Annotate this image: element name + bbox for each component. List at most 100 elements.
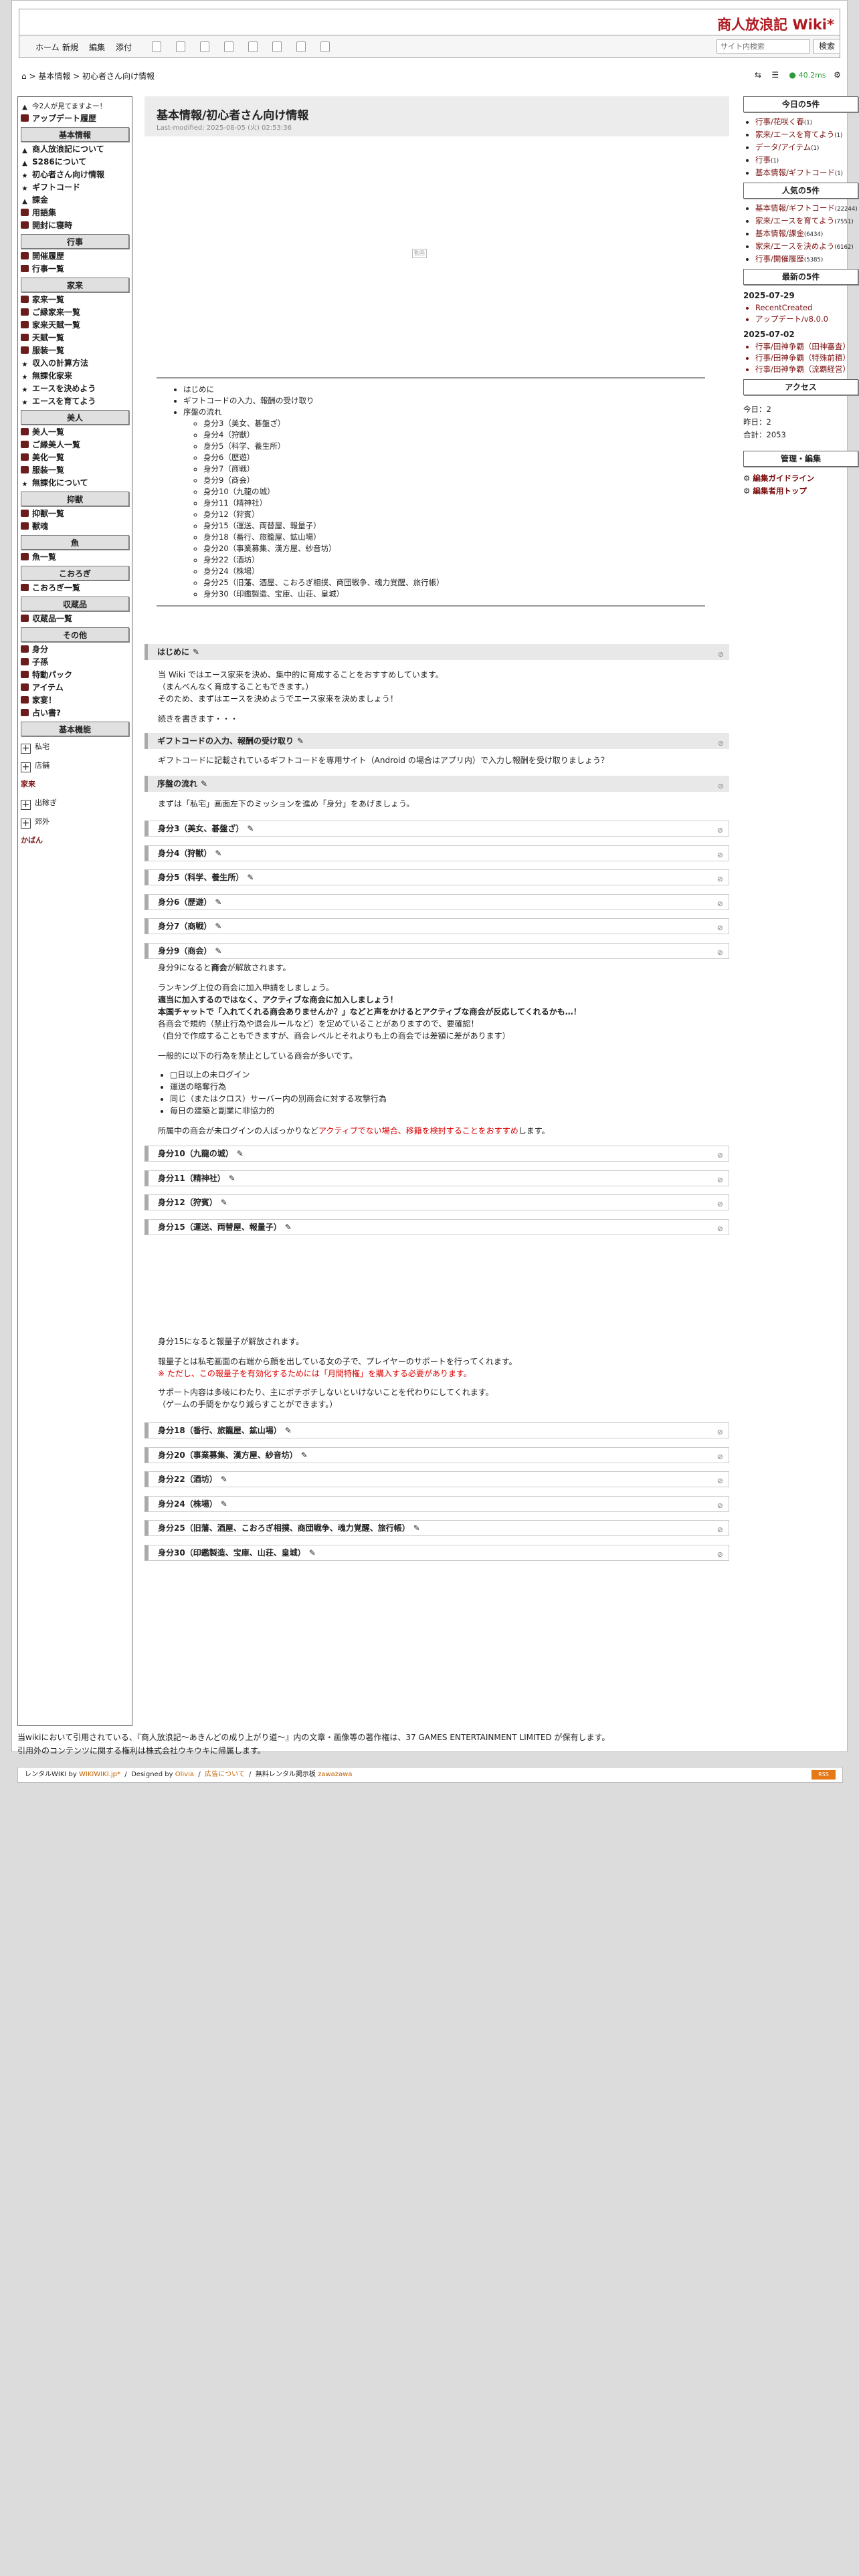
ranking-link[interactable]: 行事/花咲く春 bbox=[755, 117, 804, 126]
manage-link[interactable]: ⚙ 編集ガイドライン bbox=[743, 472, 858, 485]
sidebar-item[interactable]: 特動パック bbox=[21, 669, 129, 681]
manage-link[interactable]: ⚙ 編集者用トップ bbox=[743, 485, 858, 498]
list-icon[interactable] bbox=[248, 41, 258, 52]
home-link[interactable]: ホーム bbox=[35, 41, 60, 53]
edit-pencil-icon[interactable]: ✎ bbox=[221, 1499, 227, 1509]
edit-pencil-icon[interactable]: ✎ bbox=[215, 849, 221, 858]
ranking-item[interactable]: 家来/エースを育てよう(1) bbox=[755, 129, 858, 142]
anchor-icon[interactable]: ⊘ bbox=[717, 823, 723, 838]
wikiwiki-link[interactable]: WIKIWIKI.jp* bbox=[79, 1771, 120, 1778]
sidebar-item[interactable]: ★ 無課化について bbox=[21, 477, 129, 490]
expand-plus-icon[interactable]: + bbox=[21, 819, 31, 829]
sidebar-item[interactable]: ▲ 課金 bbox=[21, 194, 129, 207]
ranking-item[interactable]: 行事/花咲く春(1) bbox=[755, 116, 858, 129]
toc-item[interactable]: 身分12（狩賓） bbox=[203, 509, 705, 520]
sidebar-item[interactable]: 獣魂 bbox=[21, 520, 129, 533]
toc-item[interactable]: 身分18（番行、旅籠屋、鉱山場） bbox=[203, 532, 705, 543]
anchor-icon[interactable]: ⊘ bbox=[717, 1450, 723, 1465]
toc-item[interactable]: 身分15（運送、両替屋、報量子） bbox=[203, 520, 705, 532]
edit-pencil-icon[interactable]: ✎ bbox=[237, 1149, 244, 1158]
toc-item[interactable]: 身分3（美女、碁盤ざ） bbox=[203, 418, 705, 429]
ranking-link[interactable]: 家来/エースを育てよう bbox=[755, 216, 834, 225]
anchor-icon[interactable]: ⊘ bbox=[718, 778, 724, 794]
zawazawa-link[interactable]: zawazawa bbox=[318, 1771, 352, 1778]
edit-pencil-icon[interactable]: ✎ bbox=[309, 1548, 316, 1558]
anchor-icon[interactable]: ⊘ bbox=[717, 897, 723, 911]
sidebar-expand-item[interactable]: かばん bbox=[21, 831, 129, 850]
ranking-link[interactable]: 基本情報/ギフトコード bbox=[755, 203, 835, 213]
toc-item[interactable]: 身分20（事業募集、漢方屋、紗音坊） bbox=[203, 543, 705, 554]
history-icon[interactable]: ☰ bbox=[771, 70, 779, 80]
attach-link[interactable]: 添付 bbox=[116, 41, 132, 53]
sidebar-item[interactable]: ★ 無課化家来 bbox=[21, 370, 129, 383]
toc-link[interactable]: 序盤の流れ bbox=[183, 407, 222, 417]
anchor-icon[interactable]: ⊘ bbox=[717, 1148, 723, 1163]
toc-item[interactable]: 身分5（科学、養生所） bbox=[203, 441, 705, 452]
sidebar-expand-item[interactable]: + 郊外 bbox=[21, 813, 129, 831]
expand-plus-icon[interactable]: + bbox=[21, 800, 31, 810]
ranking-link[interactable]: 家来/エースを育てよう bbox=[755, 130, 834, 139]
sidebar-item[interactable]: アイテム bbox=[21, 681, 129, 694]
edit-pencil-icon[interactable]: ✎ bbox=[247, 873, 254, 882]
anchor-icon[interactable]: ⊘ bbox=[718, 736, 724, 752]
ranking-link[interactable]: 基本情報/ギフトコード bbox=[755, 168, 835, 177]
toc-item[interactable]: 身分10（九龍の城） bbox=[203, 486, 705, 498]
sidebar-item[interactable]: ご縁美人一覧 bbox=[21, 439, 129, 451]
edit-pencil-icon[interactable]: ✎ bbox=[201, 779, 207, 788]
toc-link[interactable]: はじめに bbox=[183, 385, 214, 394]
latest-item[interactable]: 行事/田神争覇（特殊前積） bbox=[755, 352, 858, 364]
sidebar-item[interactable]: 抑獣一覧 bbox=[21, 508, 129, 520]
toc-item[interactable]: 身分22（酒坊） bbox=[203, 554, 705, 566]
sidebar-item[interactable]: 用語集 bbox=[21, 207, 129, 219]
help-icon[interactable] bbox=[320, 41, 330, 52]
toc-item[interactable]: はじめに bbox=[183, 384, 705, 395]
edit-pencil-icon[interactable]: ✎ bbox=[301, 1451, 308, 1460]
manage-link-label[interactable]: 編集ガイドライン bbox=[753, 473, 814, 483]
anchor-icon[interactable]: ⊘ bbox=[717, 1173, 723, 1188]
search-input[interactable] bbox=[717, 39, 810, 53]
latest-item[interactable]: アップデート/v8.0.0 bbox=[755, 314, 858, 325]
toc-item[interactable]: ギフトコードの入力、報酬の受け取り bbox=[183, 395, 705, 407]
search-page-icon[interactable] bbox=[272, 41, 282, 52]
sidebar-item[interactable]: 開封に寝時 bbox=[21, 219, 129, 232]
expand-plus-icon[interactable]: + bbox=[21, 762, 31, 772]
sidebar-item[interactable]: ★ 収入の計算方法 bbox=[21, 357, 129, 370]
toc-item[interactable]: 身分6（歴遊） bbox=[203, 452, 705, 463]
sidebar-item[interactable]: ★ 初心者さん向け情報 bbox=[21, 169, 129, 181]
home-icon[interactable]: ⌂ bbox=[21, 72, 27, 81]
sidebar-item[interactable]: 美化一覧 bbox=[21, 451, 129, 464]
sidebar-item[interactable]: 魚一覧 bbox=[21, 551, 129, 564]
sidebar-item[interactable]: 身分 bbox=[21, 643, 129, 656]
sidebar-item[interactable]: ▲ S286について bbox=[21, 156, 129, 169]
toc-item[interactable]: 身分11（精神社） bbox=[203, 498, 705, 509]
ranking-link[interactable]: 行事 bbox=[755, 155, 771, 165]
ranking-item[interactable]: 行事/開催履歴(5385) bbox=[755, 253, 858, 266]
sidebar-item[interactable]: 子孫 bbox=[21, 656, 129, 669]
edit-pencil-icon[interactable]: ✎ bbox=[193, 647, 199, 657]
rename-icon[interactable] bbox=[224, 41, 233, 52]
toc-item[interactable]: 身分9（商会） bbox=[203, 475, 705, 486]
edit-pencil-icon[interactable]: ✎ bbox=[215, 946, 221, 956]
olivia-link[interactable]: Olivia bbox=[175, 1771, 194, 1778]
anchor-icon[interactable]: ⊘ bbox=[717, 921, 723, 936]
sidebar-item[interactable]: 天賦一覧 bbox=[21, 332, 129, 344]
ranking-item[interactable]: データ/アイテム(1) bbox=[755, 142, 858, 154]
sidebar-item[interactable]: 家来天賦一覧 bbox=[21, 319, 129, 332]
sidebar-item[interactable]: 開催履歴 bbox=[21, 250, 129, 263]
sidebar-item[interactable]: 行事一覧 bbox=[21, 263, 129, 276]
toc-item[interactable]: 身分7（商戦） bbox=[203, 463, 705, 475]
anchor-icon[interactable]: ⊘ bbox=[717, 1474, 723, 1489]
gear-icon[interactable]: ⚙ bbox=[834, 70, 841, 80]
anchor-icon[interactable]: ⊘ bbox=[717, 1197, 723, 1212]
anchor-icon[interactable]: ⊘ bbox=[717, 1547, 723, 1562]
sidebar-expand-item[interactable]: + 店舗 bbox=[21, 756, 129, 775]
video-embed[interactable]: 動画 bbox=[412, 249, 427, 258]
sidebar-item[interactable]: 家宴！ bbox=[21, 694, 129, 707]
anchor-icon[interactable]: ⊘ bbox=[717, 1499, 723, 1513]
ranking-item[interactable]: 家来/エースを育てよう(7551) bbox=[755, 215, 858, 228]
edit-pencil-icon[interactable]: ✎ bbox=[215, 897, 221, 907]
sidebar-item[interactable]: アップデート履歴 bbox=[21, 112, 129, 125]
sidebar-item[interactable]: 美人一覧 bbox=[21, 426, 129, 439]
anchor-icon[interactable]: ⊘ bbox=[717, 1425, 723, 1440]
edit-pencil-icon[interactable]: ✎ bbox=[247, 824, 254, 833]
